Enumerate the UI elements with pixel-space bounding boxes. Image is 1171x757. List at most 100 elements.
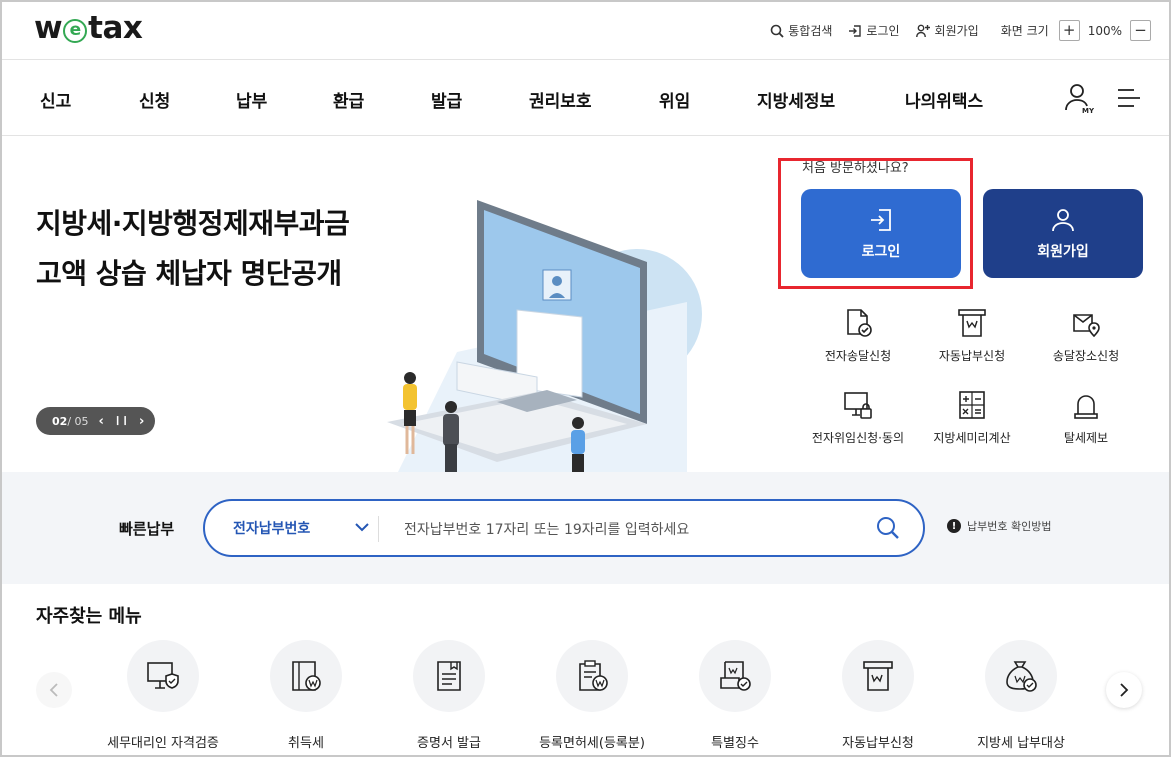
page-frame: w e tax 통합검색 로그인 회원가입 화면 크기 + 100% − 신고 신청… [0, 0, 1171, 757]
frequent-item-icon-wrap [985, 640, 1057, 712]
location-mail-icon [1073, 314, 1100, 338]
frequent-item-label: 세무대리인 자격검증 [107, 736, 219, 751]
pager-next-button[interactable]: › [139, 414, 144, 429]
frequent-item-icon-wrap [842, 640, 914, 712]
frequent-next-button[interactable] [1106, 672, 1142, 708]
service-e-delegation[interactable]: 전자위임신청·동의 [798, 389, 918, 446]
service-auto-pay-label: 자동납부신청 [938, 349, 1006, 363]
nav-item-issue[interactable]: 발급 [431, 87, 462, 112]
logo-text-tax: tax [88, 10, 143, 46]
zoom-in-button[interactable]: + [1058, 20, 1080, 41]
clipboard-won-icon [579, 660, 608, 691]
util-login-link[interactable]: 로그인 [848, 22, 900, 39]
zoom-label: 화면 크기 [1000, 24, 1049, 38]
login-icon [871, 208, 891, 231]
main-navigation: 신고 신청 납부 환급 발급 권리보호 위임 지방세정보 나의위택스 MY [2, 60, 1169, 136]
pager-prev-button[interactable]: ‹ [99, 414, 104, 429]
payment-type-select[interactable]: 전자납부번호 [233, 518, 310, 538]
banner-pager: 02 / 05 ‹ ❙❙ › [36, 407, 155, 435]
payment-number-input[interactable]: 전자납부번호 17자리 또는 19자리를 입력하세요 [404, 519, 689, 539]
quick-pay-search-box: 전자납부번호 전자납부번호 17자리 또는 19자리를 입력하세요 [203, 499, 925, 557]
certificate-icon [437, 661, 461, 691]
monitor-shield-icon [147, 662, 179, 689]
payment-number-help-label: 납부번호 확인방법 [967, 520, 1052, 533]
login-button-label: 로그인 [861, 243, 901, 260]
login-button[interactable]: 로그인 [801, 189, 961, 278]
logo-text-w: w [34, 10, 63, 46]
join-button[interactable]: 회원가입 [983, 189, 1143, 278]
hero-banner-title[interactable]: 지방세·지방행정제재부과금 고액 상습 체납자 명단공개 [36, 199, 350, 299]
service-tax-evasion-report[interactable]: 탈세제보 [1026, 389, 1146, 446]
hero-illustration [387, 200, 702, 474]
zoom-out-button[interactable]: − [1130, 20, 1151, 41]
service-e-delegation-label: 전자위임신청·동의 [811, 431, 905, 445]
frequent-prev-button[interactable] [36, 672, 72, 708]
frequent-item-registration-tax[interactable]: 등록면허세(등록분) [517, 640, 667, 751]
chevron-down-icon[interactable] [355, 522, 369, 532]
util-login-label: 로그인 [866, 24, 900, 38]
frequent-item-acquisition-tax[interactable]: 취득세 [231, 640, 381, 751]
service-tax-calc[interactable]: 지방세미리계산 [912, 389, 1032, 446]
frequent-item-special-collection[interactable]: 특별징수 [660, 640, 810, 751]
search-divider [378, 516, 379, 542]
search-icon [770, 24, 784, 38]
logo-e-circle: e [63, 19, 88, 43]
quick-pay-label: 빠른납부 [119, 520, 175, 538]
hero-title-line1: 지방세·지방행정제재부과금 [36, 207, 350, 240]
nav-item-report[interactable]: 신고 [40, 87, 71, 112]
util-join-label: 회원가입 [934, 24, 979, 38]
service-tax-evasion-report-label: 탈세제보 [1063, 431, 1109, 445]
service-e-delivery-label: 전자송달신청 [824, 349, 892, 363]
service-tax-calc-label: 지방세미리계산 [933, 431, 1011, 445]
frequent-item-label: 등록면허세(등록분) [539, 736, 645, 751]
user-icon [1052, 208, 1074, 231]
frequent-item-icon-wrap [413, 640, 485, 712]
frequent-item-local-tax-target[interactable]: 지방세 납부대상 [946, 640, 1096, 751]
service-delivery-place[interactable]: 송달장소신청 [1026, 307, 1146, 364]
nav-item-local-tax-info[interactable]: 지방세정보 [757, 87, 835, 112]
chevron-left-icon [49, 683, 58, 697]
document-won-check-icon [720, 661, 751, 691]
frequent-item-certificate[interactable]: 증명서 발급 [374, 640, 524, 751]
frequent-item-agent-verify[interactable]: 세무대리인 자격검증 [88, 640, 238, 751]
join-button-label: 회원가입 [1037, 243, 1089, 260]
integrated-search-link[interactable]: 통합검색 [770, 22, 832, 39]
pager-pause-button[interactable]: ❙❙ [114, 416, 129, 426]
calculator-icon [959, 391, 985, 419]
nav-item-apply[interactable]: 신청 [139, 87, 170, 112]
auto-pay-icon [863, 661, 893, 691]
chevron-right-icon [1120, 683, 1129, 697]
my-page-icon[interactable]: MY [1064, 82, 1094, 114]
frequent-item-label: 자동납부신청 [842, 736, 914, 751]
wetax-logo[interactable]: w e tax [34, 10, 143, 46]
my-page-icon-label: MY [1082, 107, 1094, 114]
nav-item-payment[interactable]: 납부 [236, 87, 267, 112]
search-icon[interactable] [875, 515, 901, 541]
nav-item-delegation[interactable]: 위임 [659, 87, 690, 112]
login-icon [849, 24, 862, 37]
nav-item-refund[interactable]: 환급 [333, 87, 364, 112]
util-join-link[interactable]: 회원가입 [915, 22, 979, 39]
hero-section: 지방세·지방행정제재부과금 고액 상습 체납자 명단공개 02 / 05 ‹ ❙… [2, 137, 1169, 474]
nav-item-my-wetax[interactable]: 나의위택스 [905, 87, 983, 112]
frequent-menu-title: 자주찾는 메뉴 [36, 606, 142, 627]
utility-menu: 통합검색 로그인 회원가입 화면 크기 + 100% − [754, 20, 1151, 41]
alarm-bell-icon [1074, 395, 1098, 419]
frequent-item-icon-wrap [127, 640, 199, 712]
service-auto-pay[interactable]: 자동납부신청 [912, 307, 1032, 364]
payment-number-help-link[interactable]: ! 납부번호 확인방법 [947, 518, 1051, 534]
nav-item-rights[interactable]: 권리보호 [529, 87, 592, 112]
frequent-item-auto-pay[interactable]: 자동납부신청 [803, 640, 953, 751]
frequent-item-icon-wrap [699, 640, 771, 712]
pager-total: / 05 [67, 414, 89, 428]
service-e-delivery[interactable]: 전자송달신청 [798, 307, 918, 364]
pager-current: 02 [52, 414, 68, 428]
zoom-value: 100% [1087, 23, 1122, 38]
building-won-icon [292, 661, 321, 691]
document-check-icon [847, 309, 872, 337]
frequent-item-icon-wrap [556, 640, 628, 712]
quick-pay-section: 빠른납부 전자납부번호 전자납부번호 17자리 또는 19자리를 입력하세요 !… [2, 472, 1169, 584]
all-menu-icon[interactable] [1116, 87, 1142, 109]
top-header: w e tax 통합검색 로그인 회원가입 화면 크기 + 100% − [2, 2, 1169, 60]
frequent-item-label: 특별징수 [711, 736, 759, 751]
